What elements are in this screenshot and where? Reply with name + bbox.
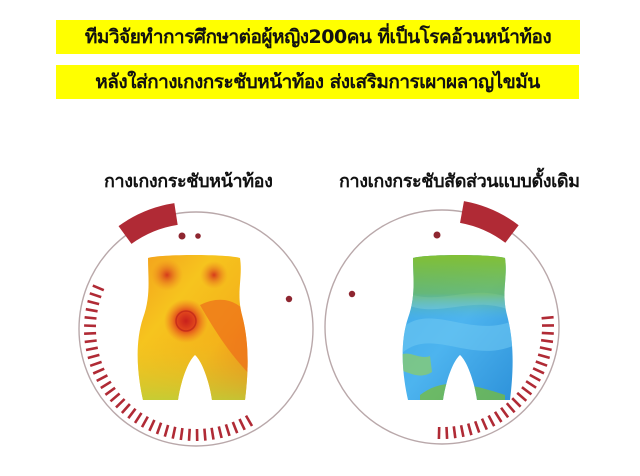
left-tick: [231, 421, 239, 434]
right-tick: [537, 353, 551, 360]
right-tick: [487, 414, 496, 427]
right-tick: [521, 386, 533, 396]
left-hotspot-upper-right: [200, 261, 228, 289]
right-tick: [493, 411, 503, 423]
left-tick: [92, 284, 105, 292]
left-hotspot-upper-left: [151, 259, 183, 291]
left-tick: [210, 427, 215, 440]
right-arc-bar: [459, 201, 519, 243]
left-heat-dial: [78, 203, 314, 447]
left-arc-bar: [118, 203, 178, 245]
right-dot-2: [348, 290, 356, 298]
left-tick: [171, 426, 177, 439]
left-tick: [87, 299, 100, 306]
left-tick: [140, 415, 149, 428]
right-tick: [505, 402, 516, 414]
comparison-illustration: [78, 201, 560, 447]
right-tick: [516, 391, 528, 402]
left-tick: [85, 307, 98, 313]
right-tick: [452, 426, 457, 439]
left-tick: [115, 398, 126, 409]
left-tick: [96, 374, 109, 383]
right-tick: [529, 373, 541, 382]
left-tick: [120, 403, 131, 414]
left-tick: [100, 380, 112, 390]
right-tick: [539, 346, 552, 352]
right-tick: [532, 367, 545, 375]
left-tick: [217, 426, 223, 439]
left-tick: [89, 292, 102, 299]
right-tick: [535, 360, 548, 367]
right-tick: [540, 338, 554, 344]
left-tick: [155, 422, 163, 435]
left-tick: [203, 428, 207, 441]
left-tick: [179, 427, 184, 441]
left-tick: [127, 407, 137, 419]
left-dot-3: [285, 295, 293, 303]
left-tick: [92, 367, 105, 375]
left-tick: [87, 353, 100, 360]
right-tick: [511, 397, 522, 408]
left-tick: [244, 414, 254, 427]
right-tick: [459, 424, 465, 438]
left-tick: [163, 424, 170, 437]
left-tick: [84, 316, 97, 320]
right-tick: [480, 418, 488, 431]
right-tick: [541, 315, 554, 320]
left-tick: [148, 419, 156, 432]
right-tick: [473, 420, 481, 434]
right-tick: [500, 406, 510, 419]
left-tick: [238, 418, 246, 431]
right-tick: [525, 380, 537, 389]
right-tick: [541, 331, 554, 335]
left-tick: [187, 428, 191, 441]
left-tick: [84, 339, 97, 344]
right-heat-dial: [324, 201, 560, 445]
left-tick: [89, 360, 103, 368]
right-tick: [445, 426, 449, 439]
left-tick: [224, 424, 231, 437]
left-dot-1: [178, 232, 186, 240]
left-tick: [84, 331, 97, 335]
left-dot-2: [195, 233, 201, 239]
right-tick: [466, 423, 473, 436]
left-tick: [109, 392, 121, 403]
left-shorts-warm: [137, 255, 248, 400]
left-tick: [104, 386, 116, 396]
right-dot-1: [433, 231, 441, 239]
left-hotspot-center: [164, 299, 208, 343]
right-shorts-cool: [402, 255, 513, 400]
left-tick: [85, 346, 99, 352]
left-tick: [133, 412, 143, 424]
